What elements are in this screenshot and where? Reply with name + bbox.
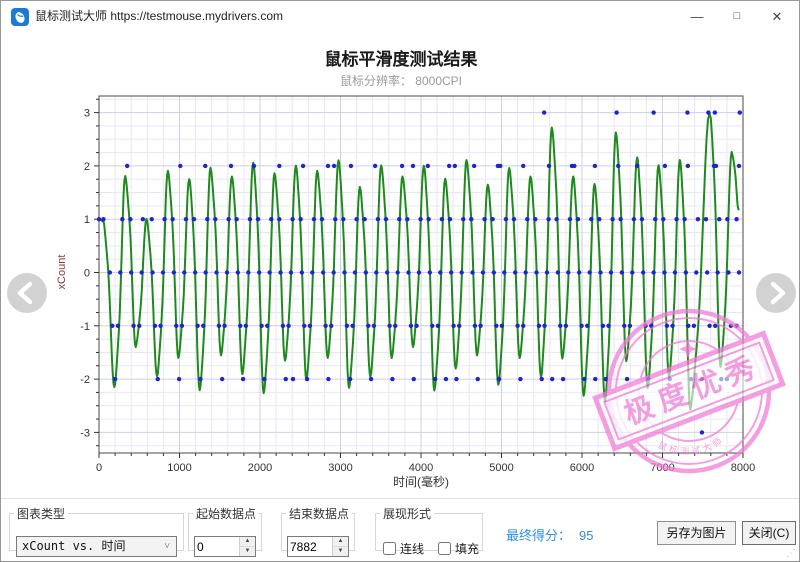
smoothness-chart: 010002000300040005000600070008000-3-2-10…	[1, 1, 800, 562]
line-checkbox-label: 连线	[383, 540, 424, 557]
end-point-label: 结束数据点	[286, 505, 352, 522]
svg-text:3: 3	[84, 108, 90, 120]
svg-text:2000: 2000	[248, 462, 272, 474]
chart-type-select[interactable]: xCount vs. 时间 ˅	[16, 536, 177, 557]
chevron-right-icon	[756, 273, 796, 313]
svg-text:-1: -1	[80, 321, 90, 333]
line-checkbox[interactable]	[383, 542, 396, 555]
svg-text:-3: -3	[80, 427, 90, 439]
svg-text:1: 1	[84, 214, 90, 226]
app-window: 鼠标测试大师 https://testmouse.mydrivers.com —…	[0, 0, 800, 562]
control-panel: 图表类型 xCount vs. 时间 ˅ 起始数据点 ▲ ▼ 结束数据点 ▲	[1, 498, 799, 561]
svg-text:xCount: xCount	[56, 255, 68, 290]
svg-text:时间(毫秒): 时间(毫秒)	[393, 474, 449, 489]
display-form-label: 展现形式	[380, 505, 434, 522]
svg-text:-2: -2	[80, 374, 90, 386]
start-point-label: 起始数据点	[193, 505, 259, 522]
fill-checkbox-label: 填充	[438, 540, 479, 557]
svg-text:1000: 1000	[167, 462, 191, 474]
chevron-down-icon: ˅	[164, 537, 170, 556]
svg-text:6000: 6000	[570, 462, 594, 474]
chart-type-label: 图表类型	[14, 505, 68, 522]
resize-grip[interactable]: ⋰	[786, 549, 796, 559]
end-point-up-arrow[interactable]: ▲	[333, 537, 348, 547]
start-point-up-arrow[interactable]: ▲	[240, 537, 255, 547]
start-point-input[interactable]	[195, 537, 239, 556]
next-button[interactable]	[756, 273, 796, 313]
svg-text:4000: 4000	[409, 462, 433, 474]
save-image-button[interactable]: 另存为图片	[657, 521, 736, 545]
start-point-group: 起始数据点 ▲ ▼	[188, 505, 262, 551]
end-point-input[interactable]	[288, 537, 332, 556]
svg-text:0: 0	[96, 462, 102, 474]
final-score: 最终得分： 95	[506, 525, 593, 544]
svg-text:8000: 8000	[731, 462, 755, 474]
prev-button[interactable]	[7, 273, 47, 313]
end-point-group: 结束数据点 ▲ ▼	[281, 505, 355, 551]
svg-text:0: 0	[84, 268, 90, 280]
svg-text:2: 2	[84, 161, 90, 173]
svg-text:5000: 5000	[489, 462, 513, 474]
fill-checkbox[interactable]	[438, 542, 451, 555]
end-point-down-arrow[interactable]: ▼	[333, 547, 348, 556]
close-button[interactable]: 关闭(C)	[742, 521, 796, 545]
chart-type-group: 图表类型 xCount vs. 时间 ˅	[9, 505, 184, 551]
svg-text:3000: 3000	[328, 462, 352, 474]
chart-type-value: xCount vs. 时间	[22, 539, 125, 553]
final-score-value: 95	[579, 528, 593, 543]
start-point-down-arrow[interactable]: ▼	[240, 547, 255, 556]
chevron-left-icon	[7, 273, 47, 313]
display-form-group: 展现形式 连线 填充	[375, 505, 483, 551]
final-score-label: 最终得分：	[506, 528, 571, 543]
